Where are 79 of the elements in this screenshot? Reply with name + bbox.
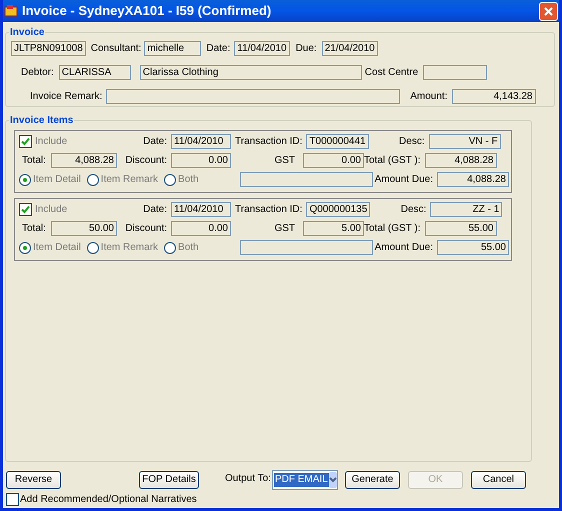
field-label: Desc: <box>400 203 428 217</box>
text-field[interactable]: 11/04/2010 <box>171 202 231 217</box>
radio-option[interactable]: Item Remark <box>86 240 158 255</box>
text-field[interactable] <box>106 89 400 104</box>
radio-option[interactable]: Both <box>164 172 199 187</box>
field-label: Due: <box>296 42 317 56</box>
text-field[interactable] <box>240 172 373 187</box>
text-field[interactable]: ZZ - 1 <box>430 202 502 217</box>
checkbox[interactable] <box>19 203 32 216</box>
checkbox[interactable] <box>19 135 32 148</box>
field-label: Discount: <box>125 222 167 236</box>
field-label: Total (GST ): <box>364 222 422 236</box>
field-label: Date: <box>143 203 167 217</box>
text-field[interactable]: 55.00 <box>424 221 496 236</box>
radio-button[interactable] <box>164 174 176 186</box>
field-label: Debtor: <box>21 66 54 80</box>
push-button[interactable]: Cancel <box>470 471 526 489</box>
text-field[interactable]: 50.00 <box>51 221 117 236</box>
close-icon <box>544 6 553 16</box>
field-label: GST <box>273 222 296 236</box>
field-label: Add Recommended/Optional Narratives <box>20 493 197 507</box>
radio-option[interactable]: Item Detail <box>19 172 81 187</box>
field-label: Transaction ID: <box>234 135 304 149</box>
field-label: Amount Due: <box>374 173 434 187</box>
text-field[interactable]: Clarissa Clothing <box>140 65 362 80</box>
push-button[interactable]: Generate <box>344 471 400 489</box>
field-label: Consultant: <box>90 42 142 56</box>
text-field[interactable]: 4,143.28 <box>452 89 536 104</box>
text-field[interactable]: 11/04/2010 <box>234 41 290 56</box>
radio-option[interactable]: Both <box>164 240 199 255</box>
app-icon <box>4 4 18 18</box>
text-field[interactable]: 4,088.28 <box>437 172 509 187</box>
text-field[interactable]: 4,088.28 <box>51 153 117 168</box>
field-label: Total: <box>22 154 47 168</box>
checkbox[interactable] <box>6 493 19 506</box>
push-button[interactable]: Reverse <box>6 471 61 489</box>
text-field[interactable]: T000000441 <box>306 134 369 149</box>
field-label: Date: <box>206 42 230 56</box>
field-label: Include <box>35 135 68 149</box>
field-label: Output To: <box>225 472 271 486</box>
radio-button[interactable] <box>19 242 31 254</box>
field-label: Date: <box>143 135 167 149</box>
radio-button[interactable] <box>86 242 99 254</box>
text-field[interactable] <box>240 240 373 255</box>
close-button[interactable] <box>539 2 558 20</box>
field-label: Include <box>35 203 68 217</box>
text-field[interactable]: 0.00 <box>171 221 231 236</box>
text-field[interactable]: 11/04/2010 <box>171 134 231 149</box>
text-field[interactable]: 5.00 <box>303 221 364 236</box>
text-field[interactable]: 21/04/2010 <box>322 41 378 56</box>
text-field[interactable]: VN - F <box>428 134 501 149</box>
window-title: Invoice - SydneyXA101 - I59 (Confirmed) <box>22 2 272 20</box>
radio-button[interactable] <box>86 174 99 186</box>
text-field[interactable]: 55.00 <box>437 240 509 255</box>
text-field[interactable]: Q000000135 <box>306 202 370 217</box>
text-field[interactable]: CLARISSA <box>58 65 131 80</box>
radio-option[interactable]: Item Remark <box>86 172 158 187</box>
field-label: Total (GST ): <box>364 154 422 168</box>
radio-button[interactable] <box>19 174 31 186</box>
output-dropdown[interactable]: PDF EMAIL <box>272 470 338 490</box>
field-label: Amount: <box>410 90 448 104</box>
field-label: Invoice Remark: <box>30 90 102 104</box>
text-field[interactable] <box>423 65 488 80</box>
text-field[interactable]: JLTP8N091008 <box>11 41 86 56</box>
text-field[interactable]: 0.00 <box>303 153 364 168</box>
field-label: Discount: <box>125 154 167 168</box>
field-label: Cost Centre <box>364 66 418 80</box>
text-field[interactable]: 0.00 <box>171 153 231 168</box>
field-label: GST <box>273 154 296 168</box>
field-label: Desc: <box>398 135 426 149</box>
text-field[interactable]: 4,088.28 <box>424 153 496 168</box>
text-field[interactable]: michelle <box>144 41 202 56</box>
chevron-down-icon <box>328 477 337 483</box>
radio-option[interactable]: Item Detail <box>19 240 81 255</box>
field-label: Transaction ID: <box>234 203 304 217</box>
field-label: Total: <box>22 222 47 236</box>
push-button[interactable]: FOP Details <box>139 471 199 489</box>
field-label: Amount Due: <box>374 241 434 255</box>
radio-button[interactable] <box>164 242 176 254</box>
